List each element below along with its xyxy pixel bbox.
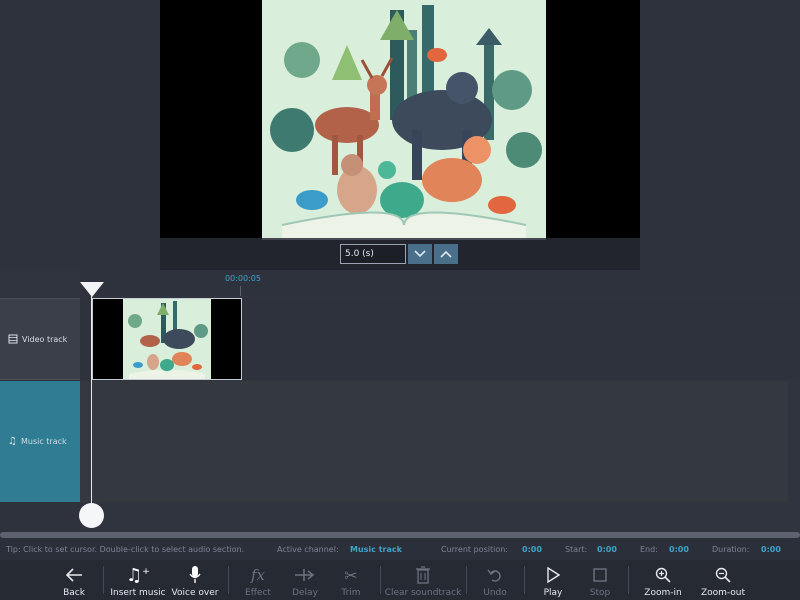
preview-stage: [160, 0, 640, 270]
chevron-up-icon: [440, 250, 452, 258]
duration-label: Duration:: [712, 545, 750, 554]
zoom-out-button[interactable]: Zoom-out: [697, 560, 749, 600]
insert-music-button[interactable]: ♫+ Insert music: [110, 560, 166, 600]
music-add-icon: ♫+: [126, 564, 150, 586]
undo-icon: [487, 569, 501, 582]
time-ruler[interactable]: 00:00:05: [80, 270, 800, 296]
stop-icon: [593, 568, 607, 582]
delay-arrow-icon: [295, 569, 315, 581]
toolbar-separator: [380, 566, 381, 594]
duration-value: 0:00: [761, 545, 781, 554]
zoom-in-button[interactable]: Zoom-in: [640, 560, 686, 600]
effect-button[interactable]: fx Effect: [240, 560, 276, 600]
film-icon: [8, 334, 18, 344]
delay-button[interactable]: Delay: [287, 560, 323, 600]
zoom-in-icon: [655, 567, 671, 583]
music-note-icon: ♫: [8, 436, 17, 447]
bottom-toolbar: Back ♫+ Insert music Voice over fx Effec…: [0, 560, 800, 600]
video-track-header[interactable]: Video track: [0, 298, 80, 380]
toolbar-separator: [103, 566, 104, 594]
video-preview-panel: [0, 0, 800, 270]
music-track-lane[interactable]: [80, 381, 788, 502]
chevron-down-icon: [414, 250, 426, 258]
microphone-icon: [189, 566, 201, 583]
preview-image-forest-animals: [262, 0, 546, 240]
music-track-label: Music track: [20, 437, 67, 446]
video-clip[interactable]: [92, 298, 242, 380]
active-channel-label: Active channel:: [277, 545, 339, 554]
voice-over-button[interactable]: Voice over: [171, 560, 219, 600]
toolbar-separator: [228, 566, 229, 594]
toolbar-separator: [524, 566, 525, 594]
ruler-time-label: 00:00:05: [225, 274, 261, 283]
ruler-tick: [240, 286, 241, 296]
duration-decrease-button[interactable]: [408, 244, 432, 264]
active-channel-value: Music track: [350, 545, 402, 554]
trash-icon: [416, 566, 430, 584]
playhead-handle[interactable]: [79, 503, 104, 528]
arrow-left-icon: [65, 568, 82, 582]
toolbar-separator: [466, 566, 467, 594]
tip-text: Tip: Click to set cursor. Double-click t…: [6, 545, 245, 554]
status-bar: Tip: Click to set cursor. Double-click t…: [0, 538, 800, 560]
end-value: 0:00: [669, 545, 689, 554]
clear-soundtrack-button[interactable]: Clear soundtrack: [385, 560, 461, 600]
video-track-lane[interactable]: [80, 298, 800, 380]
playhead-marker[interactable]: [80, 282, 104, 297]
trim-button[interactable]: ✂ Trim: [334, 560, 368, 600]
current-position-label: Current position:: [441, 545, 508, 554]
clip-duration-input[interactable]: [340, 244, 406, 264]
play-icon: [547, 567, 560, 583]
track-headers: Video track ♫ Music track: [0, 296, 80, 538]
playhead-line: [91, 296, 92, 516]
fx-icon: fx: [250, 566, 265, 584]
clip-thumbnail: [123, 299, 211, 379]
start-value: 0:00: [597, 545, 617, 554]
back-button[interactable]: Back: [54, 560, 94, 600]
audio-editor-window: 00:00:05 Video track ♫ Music track: [0, 0, 800, 600]
video-track-label: Video track: [22, 334, 68, 344]
toolbar-separator: [628, 566, 629, 594]
scissors-icon: ✂: [344, 565, 358, 585]
duration-control-bar: [160, 238, 640, 270]
play-button[interactable]: Play: [535, 560, 571, 600]
stop-button[interactable]: Stop: [582, 560, 618, 600]
undo-button[interactable]: Undo: [477, 560, 513, 600]
current-position-value: 0:00: [522, 545, 542, 554]
duration-increase-button[interactable]: [434, 244, 458, 264]
zoom-out-icon: [715, 567, 731, 583]
end-label: End:: [640, 545, 658, 554]
start-label: Start:: [565, 545, 588, 554]
timeline-panel[interactable]: 00:00:05 Video track ♫ Music track: [0, 270, 800, 538]
music-track-header[interactable]: ♫ Music track: [0, 381, 80, 502]
